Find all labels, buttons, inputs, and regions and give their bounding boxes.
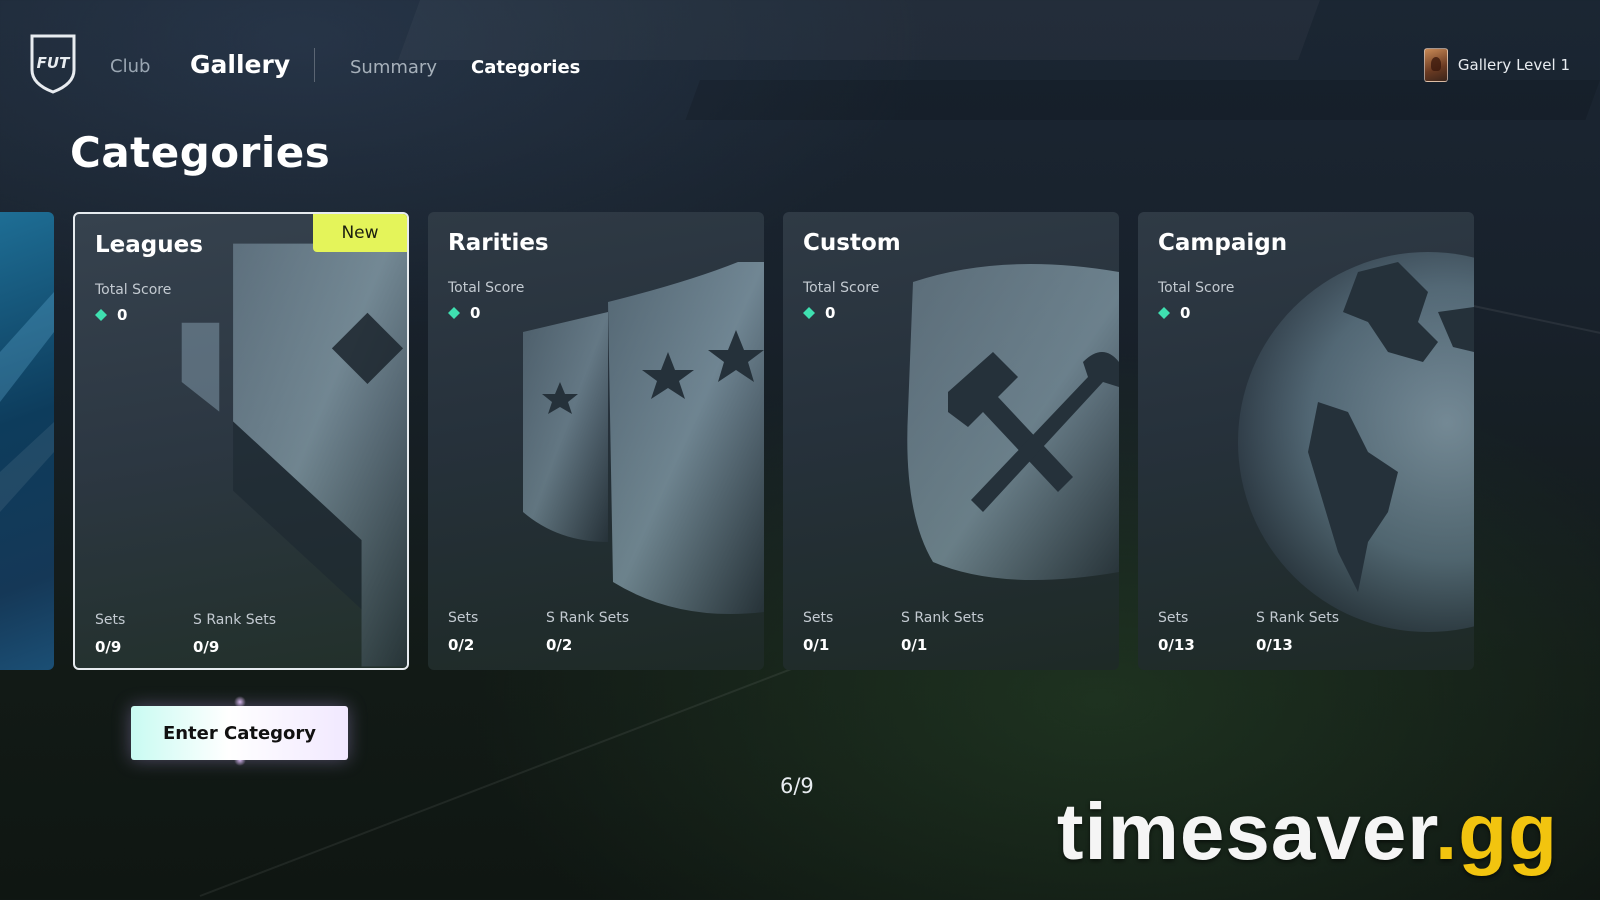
fut-logo-icon: FUT [30, 34, 76, 94]
total-score-label: Total Score [803, 280, 880, 296]
total-score-value: 0 [825, 304, 836, 322]
sets-value: 0/1 [803, 636, 830, 654]
new-badge: New [313, 214, 407, 252]
page-indicator: 6/9 [780, 774, 814, 798]
s-rank-sets-value: 0/13 [1256, 636, 1293, 654]
total-score-label: Total Score [448, 280, 525, 296]
card-title: Custom [803, 230, 901, 256]
top-navigation: FUT Club Gallery Summary Categories Gall… [0, 0, 1600, 120]
category-card-leagues[interactable]: New Leagues Total Score 0 Sets S Rank Se… [73, 212, 409, 670]
watermark-tld: .gg [1435, 787, 1558, 876]
player-card-icon [1423, 48, 1448, 82]
watermark: timesaver.gg [1057, 792, 1558, 872]
s-rank-sets-value: 0/2 [546, 636, 573, 654]
s-rank-sets-label: S Rank Sets [901, 610, 985, 626]
total-score-label: Total Score [95, 282, 172, 298]
previous-card-art [0, 292, 54, 512]
gallery-level-indicator[interactable]: Gallery Level 1 [1423, 48, 1570, 82]
score-gem-icon [803, 307, 815, 319]
previous-category-card[interactable] [0, 212, 54, 670]
sets-value: 0/9 [95, 638, 122, 656]
s-rank-sets-label: S Rank Sets [1256, 610, 1340, 626]
nav-gallery[interactable]: Gallery [190, 50, 290, 79]
sets-label: Sets [803, 610, 834, 626]
enter-category-button[interactable]: Enter Category [131, 706, 348, 760]
sets-label: Sets [1158, 610, 1189, 626]
total-score-value: 0 [117, 306, 128, 324]
s-rank-sets-label: S Rank Sets [193, 612, 277, 628]
gallery-level-text: Gallery Level 1 [1457, 56, 1570, 74]
total-score-row: 0 [803, 304, 835, 322]
total-score-row: 0 [448, 304, 480, 322]
total-score-value: 0 [470, 304, 481, 322]
logo-text: FUT [37, 54, 71, 72]
score-gem-icon [95, 309, 107, 321]
s-rank-sets-value: 0/1 [901, 636, 928, 654]
card-title: Campaign [1158, 230, 1288, 256]
card-title: Rarities [448, 230, 549, 256]
sets-label: Sets [95, 612, 126, 628]
category-card-campaign[interactable]: Campaign Total Score 0 Sets S Rank Sets … [1138, 212, 1474, 670]
watermark-main: timesaver [1056, 787, 1436, 876]
tab-summary[interactable]: Summary [350, 57, 437, 78]
nav-club[interactable]: Club [110, 56, 150, 77]
s-rank-sets-label: S Rank Sets [546, 610, 630, 626]
tab-categories[interactable]: Categories [471, 57, 580, 78]
s-rank-sets-value: 0/9 [193, 638, 220, 656]
score-gem-icon [1158, 307, 1170, 319]
total-score-value: 0 [1180, 304, 1191, 322]
sets-label: Sets [448, 610, 479, 626]
sets-value: 0/13 [1158, 636, 1195, 654]
category-card-rarities[interactable]: Rarities Total Score 0 Sets S Rank Sets … [428, 212, 764, 670]
nav-divider [314, 48, 315, 82]
total-score-row: 0 [1158, 304, 1190, 322]
sets-value: 0/2 [448, 636, 475, 654]
page-title: Categories [70, 128, 331, 177]
total-score-label: Total Score [1158, 280, 1235, 296]
card-title: Leagues [95, 232, 203, 258]
category-card-custom[interactable]: Custom Total Score 0 Sets S Rank Sets 0/… [783, 212, 1119, 670]
score-gem-icon [448, 307, 460, 319]
total-score-row: 0 [95, 306, 127, 324]
